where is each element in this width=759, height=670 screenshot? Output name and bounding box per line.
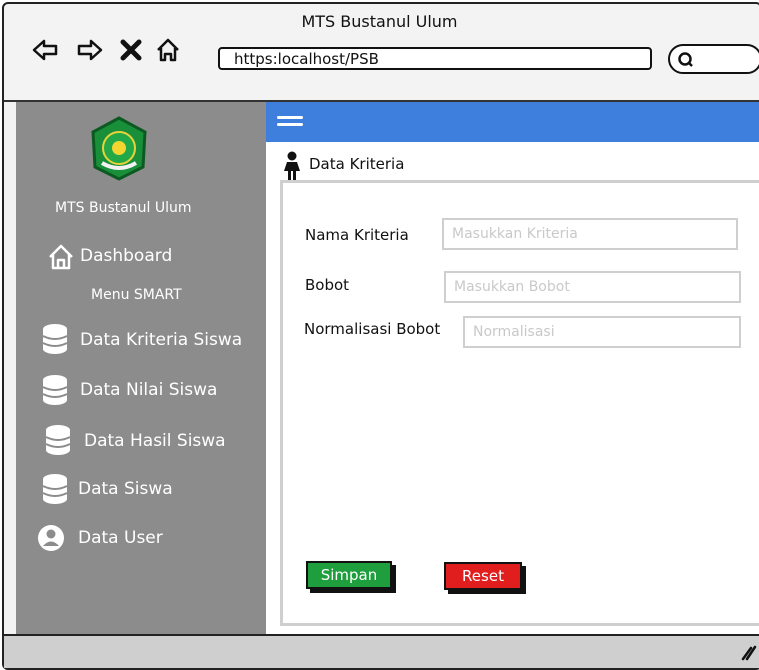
sidebar-item-label: Dashboard bbox=[80, 246, 173, 266]
search-icon bbox=[678, 52, 693, 67]
resize-handle-icon[interactable] bbox=[741, 643, 757, 661]
browser-status-bar bbox=[4, 634, 759, 668]
sidebar-item-label: Data Kriteria Siswa bbox=[80, 330, 243, 350]
normalisasi-bobot-input[interactable] bbox=[463, 316, 741, 348]
user-circle-icon bbox=[38, 525, 64, 551]
sidebar-section-label: Menu SMART bbox=[91, 287, 182, 303]
nama-kriteria-label: Nama Kriteria bbox=[305, 226, 409, 244]
bobot-input[interactable] bbox=[444, 271, 741, 303]
page-title: Data Kriteria bbox=[309, 155, 405, 173]
home-icon bbox=[49, 244, 73, 270]
sidebar-item-label: Data User bbox=[78, 528, 163, 548]
reset-button[interactable]: Reset bbox=[444, 562, 522, 590]
sidebar-item-label: Data Nilai Siswa bbox=[80, 380, 218, 400]
sidebar-school-name: MTS Bustanul Ulum bbox=[55, 200, 192, 216]
window-title: MTS Bustanul Ulum bbox=[301, 12, 458, 31]
home-icon[interactable] bbox=[155, 38, 181, 62]
normalisasi-bobot-label: Normalisasi Bobot bbox=[304, 320, 441, 338]
person-icon bbox=[284, 151, 300, 180]
school-logo bbox=[91, 116, 147, 181]
database-icon bbox=[42, 474, 68, 504]
nama-kriteria-input[interactable] bbox=[442, 218, 738, 250]
database-icon bbox=[45, 425, 71, 455]
back-arrow-icon[interactable] bbox=[32, 38, 58, 62]
database-icon bbox=[42, 324, 68, 354]
forward-arrow-icon[interactable] bbox=[77, 38, 103, 62]
database-icon bbox=[42, 375, 68, 405]
top-navbar bbox=[266, 102, 759, 142]
sidebar bbox=[16, 102, 266, 634]
save-button[interactable]: Simpan bbox=[306, 561, 392, 589]
bobot-label: Bobot bbox=[305, 276, 350, 294]
sidebar-item-label: Data Hasil Siswa bbox=[84, 431, 226, 451]
close-icon[interactable] bbox=[118, 38, 144, 62]
address-bar[interactable]: https:localhost/PSB bbox=[218, 47, 652, 70]
search-button[interactable] bbox=[668, 44, 759, 74]
hamburger-menu-icon[interactable] bbox=[277, 116, 303, 130]
sidebar-item-label: Data Siswa bbox=[78, 479, 173, 499]
